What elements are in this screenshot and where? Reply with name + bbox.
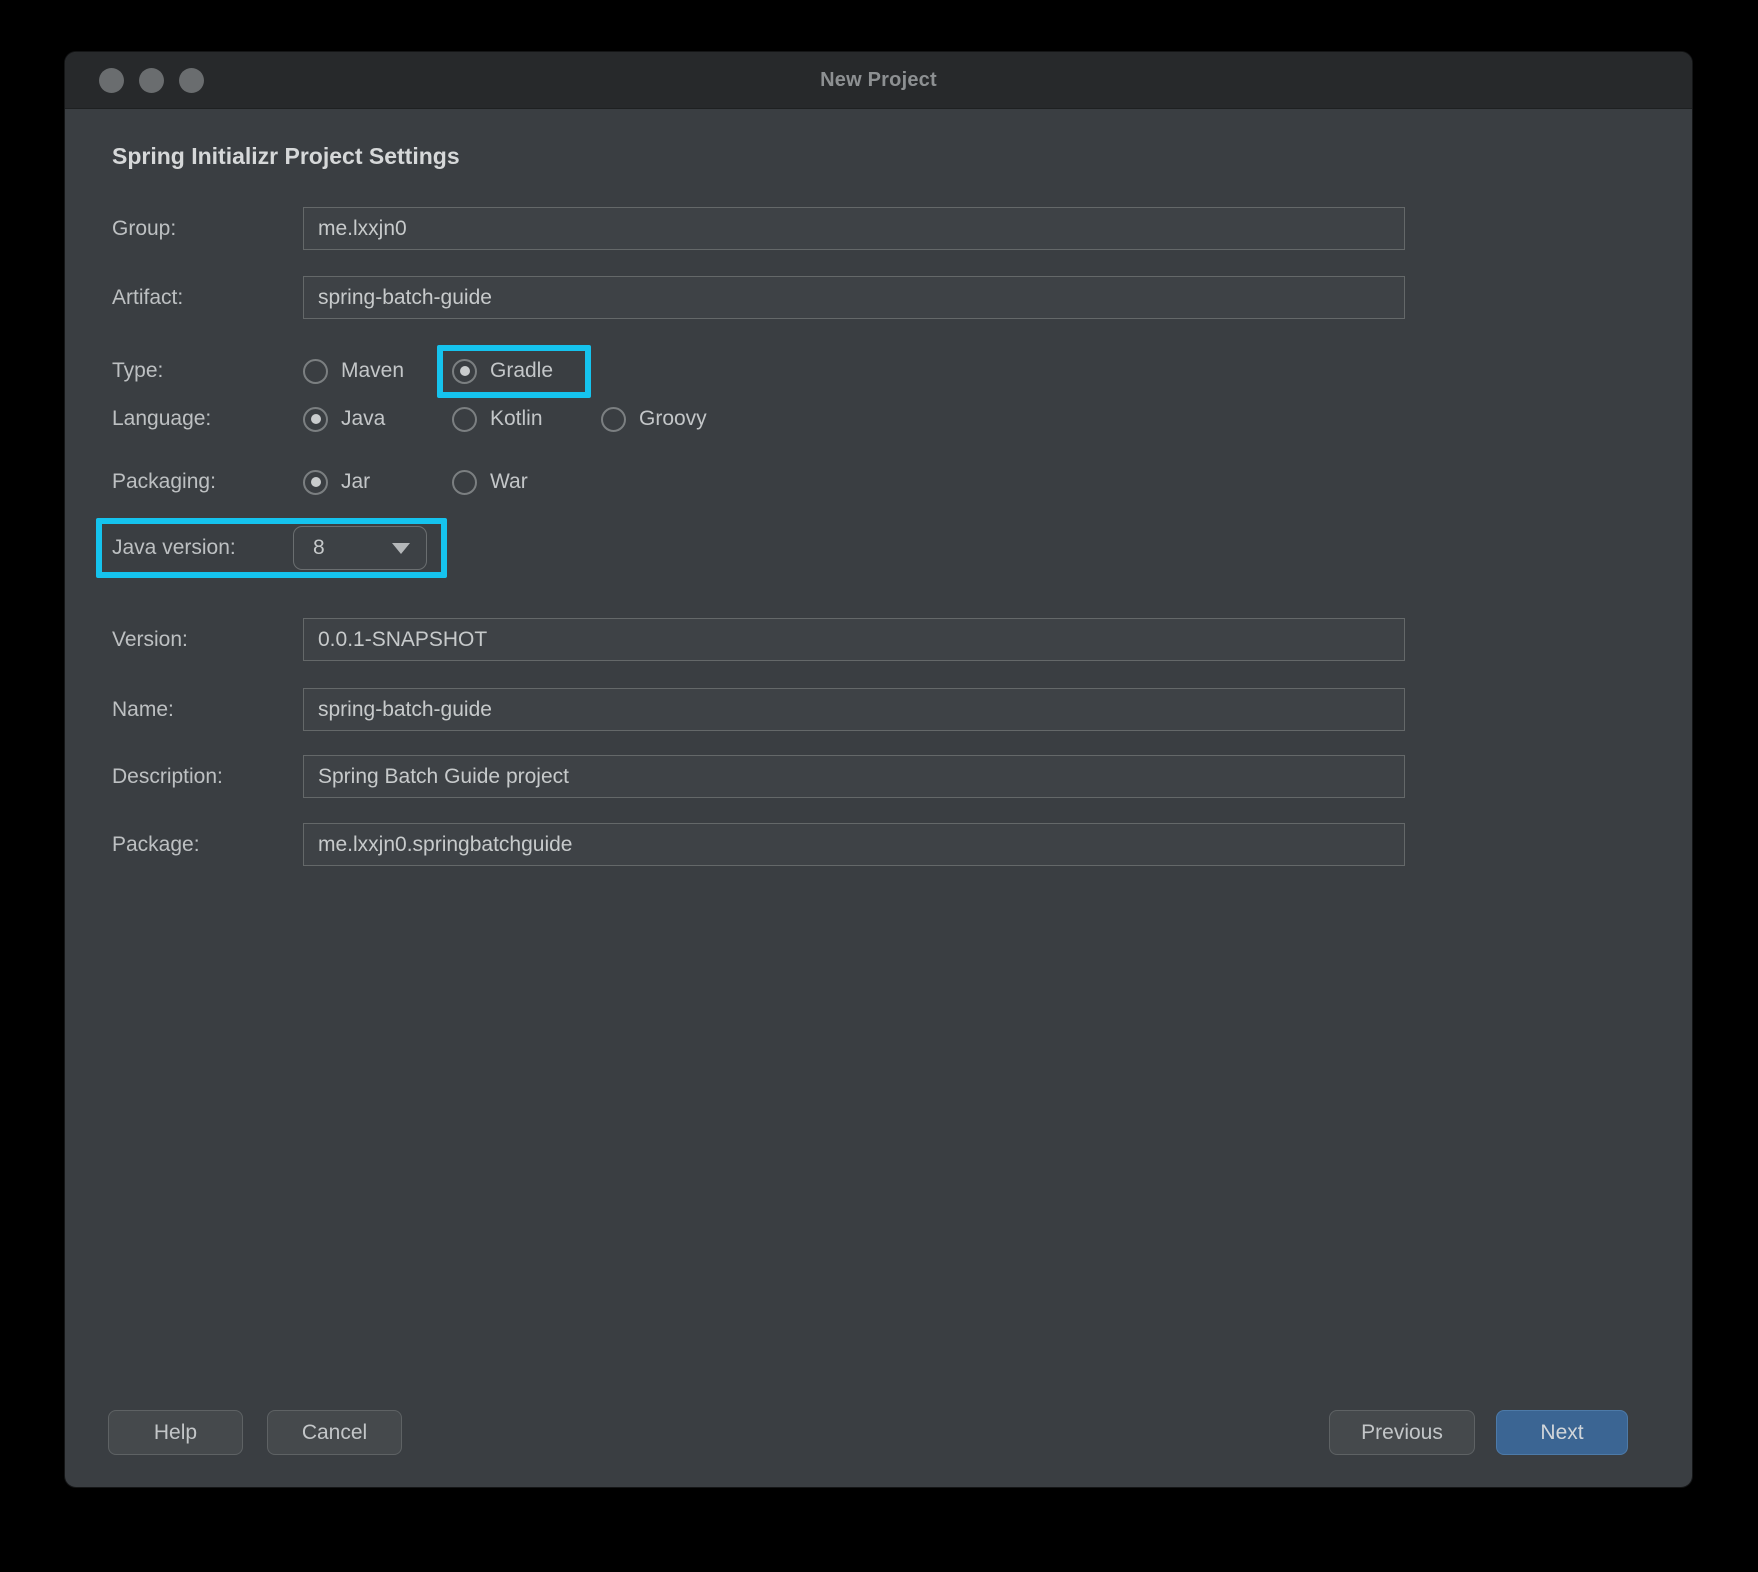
radio-icon (452, 406, 477, 432)
language-option-kotlin[interactable]: Kotlin (452, 406, 601, 432)
version-input[interactable] (303, 618, 1405, 661)
help-button[interactable]: Help (108, 1410, 243, 1455)
packaging-label: Packaging: (112, 470, 216, 493)
radio-icon (303, 406, 328, 432)
name-label: Name: (112, 697, 174, 721)
name-input[interactable] (303, 688, 1405, 731)
language-option-groovy[interactable]: Groovy (601, 406, 750, 432)
packaging-option-jar[interactable]: Jar (303, 469, 452, 495)
radio-icon (452, 358, 477, 384)
type-row: Type: Maven Gradle (112, 344, 1692, 398)
description-row: Description: (112, 755, 1692, 798)
zoom-window-icon[interactable] (179, 67, 204, 93)
cancel-button[interactable]: Cancel (267, 1410, 402, 1455)
window-title: New Project (820, 68, 937, 91)
type-option-gradle[interactable]: Gradle (452, 358, 585, 384)
package-label: Package: (112, 832, 200, 856)
previous-button[interactable]: Previous (1329, 1410, 1475, 1455)
version-label: Version: (112, 627, 188, 651)
group-row: Group: (112, 207, 1692, 250)
java-version-dropdown[interactable]: 8 (293, 526, 427, 570)
artifact-input[interactable] (303, 276, 1405, 319)
title-bar[interactable]: New Project (65, 52, 1692, 109)
packaging-option-war[interactable]: War (452, 469, 601, 495)
gradle-highlight-box: Gradle (437, 344, 591, 398)
next-button[interactable]: Next (1496, 1410, 1628, 1455)
artifact-row: Artifact: (112, 276, 1692, 319)
group-label: Group: (112, 216, 177, 240)
window-controls (99, 52, 204, 108)
description-input[interactable] (303, 755, 1405, 798)
dialog-footer: Help Cancel Previous Next (108, 1410, 1628, 1455)
chevron-down-icon (392, 542, 410, 554)
language-option-java[interactable]: Java (303, 406, 452, 432)
group-input[interactable] (303, 207, 1405, 250)
language-label: Language: (112, 407, 212, 430)
page-title: Spring Initializr Project Settings (112, 143, 460, 169)
dialog-content: Spring Initializr Project Settings Group… (65, 109, 1692, 866)
language-row: Language: Java Kotlin Groovy (112, 404, 1692, 434)
name-row: Name: (112, 688, 1692, 731)
java-version-label: Java version: (112, 536, 236, 559)
packaging-row: Packaging: Jar War (112, 467, 1692, 497)
minimize-window-icon[interactable] (139, 67, 164, 93)
radio-icon (452, 469, 477, 495)
radio-icon (303, 469, 328, 495)
artifact-label: Artifact: (112, 285, 184, 309)
type-option-maven[interactable]: Maven (303, 358, 452, 384)
description-label: Description: (112, 764, 223, 788)
radio-icon (303, 358, 328, 384)
java-version-value: 8 (313, 536, 325, 559)
type-label: Type: (112, 359, 164, 382)
radio-icon (601, 406, 626, 432)
new-project-dialog: New Project Spring Initializr Project Se… (65, 52, 1692, 1487)
version-row: Version: (112, 618, 1692, 661)
close-window-icon[interactable] (99, 67, 124, 93)
package-row: Package: (112, 823, 1692, 866)
java-version-highlight-box: Java version: 8 (96, 518, 447, 578)
package-input[interactable] (303, 823, 1405, 866)
